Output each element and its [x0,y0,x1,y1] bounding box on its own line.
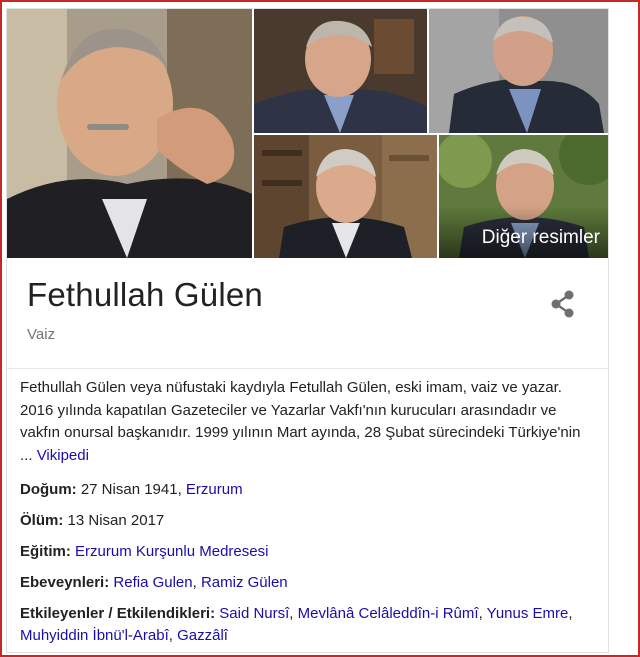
share-button[interactable] [547,288,579,320]
fact-birth: Doğum: 27 Nisan 1941, Erzurum [20,479,590,501]
entity-title: Fethullah Gülen [27,276,263,313]
image-gallery: Diğer resimler [7,9,608,258]
main-photo[interactable] [7,9,252,258]
fact-influence-link[interactable]: Said Nursî [219,605,289,622]
fact-death: Ölüm: 13 Nisan 2017 [20,510,590,532]
entity-subtitle: Vaiz [27,326,56,343]
fact-education: Eğitim: Erzurum Kurşunlu Medresesi [20,541,590,563]
photo-4[interactable] [254,135,437,258]
fact-influence-link[interactable]: Gazzâlî [177,627,228,644]
panel-body: Fethullah Gülen veya nüfustaki kaydıyla … [20,377,590,656]
fact-parent-link[interactable]: Ramiz Gülen [201,574,288,591]
fact-education-link[interactable]: Erzurum Kurşunlu Medresesi [75,543,268,560]
fact-parents: Ebeveynleri: Refia Gulen, Ramiz Gülen [20,572,590,594]
fact-parent-link[interactable]: Refia Gulen [113,574,192,591]
fact-influence-link[interactable]: Mevlânâ Celâleddîn-i Rûmî [298,605,479,622]
separator: , [478,605,483,622]
fact-influence-link[interactable]: Muhyiddin İbnü'l-Arabî [20,627,169,644]
fact-birth-value: 27 Nisan 1941, [80,481,182,498]
fact-birth-label: Doğum: [20,481,77,498]
fact-death-label: Ölüm: [20,512,64,529]
photo-5[interactable]: Diğer resimler [439,135,608,258]
separator: , [568,605,573,622]
share-icon [551,290,574,318]
fact-influence-link[interactable]: Yunus Emre [487,605,569,622]
separator: , [168,627,173,644]
wikipedia-link[interactable]: Vikipedi [37,447,89,464]
fact-birth-place-link[interactable]: Erzurum [186,481,243,498]
photo-2[interactable] [254,9,427,133]
fact-influences-label: Etkileyenler / Etkilendikleri: [20,605,216,622]
fact-parents-label: Ebeveynleri: [20,574,110,591]
description-text: Fethullah Gülen veya nüfustaki kaydıyla … [20,379,581,464]
separator: , [289,605,294,622]
entity-header: Fethullah Gülen Vaiz [7,258,608,369]
fact-death-value: 13 Nisan 2017 [67,512,165,529]
photo-3[interactable] [429,9,608,133]
description: Fethullah Gülen veya nüfustaki kaydıyla … [20,377,590,467]
more-images-link[interactable]: Diğer resimler [482,227,600,249]
fact-education-label: Eğitim: [20,543,71,560]
separator: , [192,574,197,591]
fact-influences: Etkileyenler / Etkilendikleri: Said Nurs… [20,603,590,647]
